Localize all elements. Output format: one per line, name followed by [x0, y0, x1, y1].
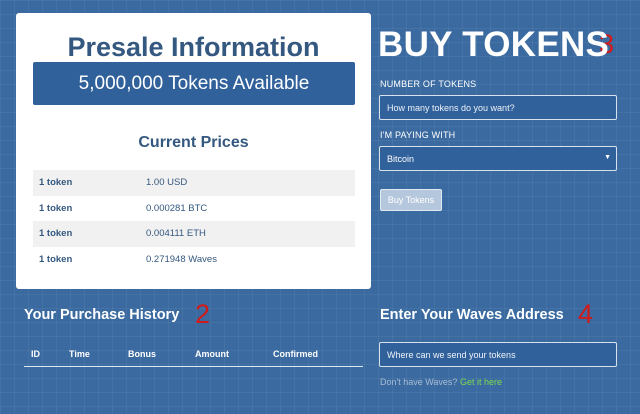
price-value: 1.00 USD [146, 177, 188, 189]
column-bonus: Bonus [128, 349, 156, 359]
buy-tokens-button[interactable]: Buy Tokens [380, 189, 442, 211]
chevron-down-icon: ▼ [604, 154, 611, 161]
price-row: 1 token 1.00 USD [33, 170, 355, 196]
price-value: 0.271948 Waves [146, 253, 217, 265]
section-marker-2: 2 [195, 299, 211, 329]
column-confirmed: Confirmed [273, 349, 318, 359]
price-qty: 1 token [39, 253, 73, 265]
paying-with-label: I'M PAYING WITH [380, 130, 456, 140]
column-id: ID [31, 349, 40, 359]
price-row: 1 token 0.271948 Waves [33, 247, 355, 273]
price-qty: 1 token [39, 177, 73, 189]
purchase-history-header: ID Time Bonus Amount Confirmed [24, 340, 363, 367]
price-table: 1 token 1.00 USD 1 token 0.000281 BTC 1 … [33, 170, 355, 272]
number-of-tokens-label: NUMBER OF TOKENS [380, 79, 477, 89]
tokens-available-banner: 5,000,000 Tokens Available [33, 62, 355, 105]
currency-select[interactable]: Bitcoin ▼ [379, 146, 617, 171]
presale-title: Presale Information [67, 32, 320, 62]
purchase-history-title: Your Purchase History [24, 307, 180, 323]
waves-hint: Don't have Waves? Get it here [380, 377, 502, 387]
column-time: Time [69, 349, 90, 359]
price-value: 0.000281 BTC [146, 202, 208, 214]
price-value: 0.004111 ETH [146, 228, 206, 240]
section-marker-4: 4 [578, 299, 594, 329]
presale-card: Presale Information 5,000,000 Tokens Ava… [16, 13, 371, 289]
price-row: 1 token 0.000281 BTC [33, 196, 355, 222]
price-row: 1 token 0.004111 ETH [33, 221, 355, 247]
waves-address-input[interactable] [379, 342, 617, 367]
price-qty: 1 token [39, 228, 73, 240]
currency-select-value: Bitcoin [387, 153, 415, 164]
waves-hint-text: Don't have Waves? [380, 377, 458, 387]
waves-address-title: Enter Your Waves Address [380, 307, 564, 323]
column-amount: Amount [195, 349, 229, 359]
current-prices-title: Current Prices [138, 134, 249, 151]
number-of-tokens-input[interactable] [379, 95, 617, 120]
buy-tokens-title: BUY TOKENS [378, 25, 610, 64]
price-qty: 1 token [39, 202, 73, 214]
get-waves-link[interactable]: Get it here [460, 377, 502, 387]
